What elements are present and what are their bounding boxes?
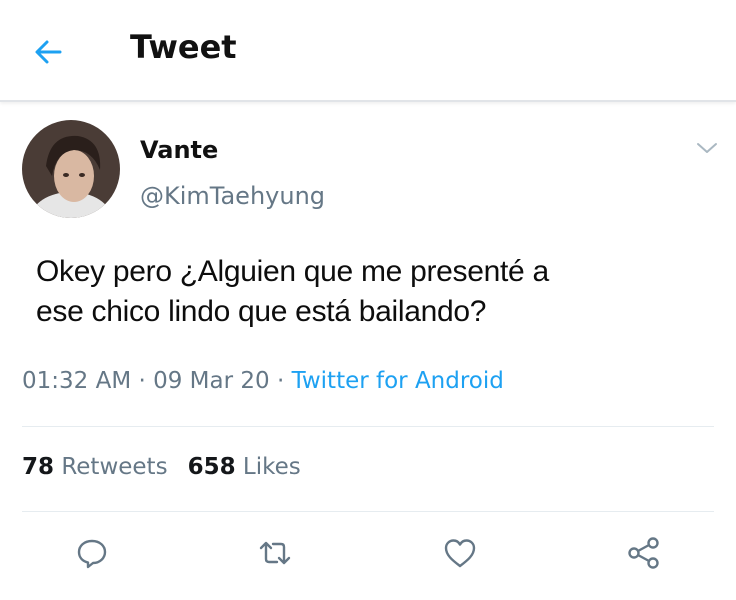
tweet-text: Okey pero ¿Alguien que me presenté a ese… bbox=[36, 252, 696, 332]
user-handle[interactable]: @KimTaehyung bbox=[140, 182, 325, 210]
separator: · bbox=[131, 368, 154, 394]
tweet-text-line: ese chico lindo que está bailando? bbox=[36, 295, 487, 328]
more-options-button[interactable] bbox=[694, 138, 720, 158]
tweet-text-line: Okey pero ¿Alguien que me presenté a bbox=[36, 255, 549, 288]
page-title: Tweet bbox=[130, 28, 237, 66]
top-app-bar: Tweet bbox=[0, 0, 736, 102]
chevron-down-icon bbox=[697, 143, 717, 153]
share-icon bbox=[628, 537, 659, 569]
back-button[interactable] bbox=[30, 34, 70, 70]
like-button[interactable] bbox=[442, 535, 478, 571]
avatar[interactable] bbox=[22, 120, 120, 218]
divider bbox=[22, 511, 714, 512]
like-icon bbox=[444, 539, 476, 568]
back-arrow-icon bbox=[35, 40, 62, 64]
likes-stat[interactable]: 658 Likes bbox=[188, 454, 301, 480]
tweet-date: 09 Mar 20 bbox=[153, 368, 270, 394]
reply-icon bbox=[77, 539, 107, 569]
tweet-metadata: 01:32 AM · 09 Mar 20 · Twitter for Andro… bbox=[22, 368, 504, 394]
engagement-stats: 78 Retweets 658 Likes bbox=[22, 454, 301, 480]
likes-count: 658 bbox=[187, 454, 236, 480]
tweet-time: 01:32 AM bbox=[22, 368, 132, 394]
display-name[interactable]: Vante bbox=[140, 136, 218, 164]
tweet-source-link[interactable]: Twitter for Android bbox=[292, 368, 504, 394]
retweets-label: Retweets bbox=[61, 454, 168, 480]
likes-label: Likes bbox=[242, 454, 301, 480]
reply-button[interactable] bbox=[74, 535, 110, 571]
retweet-icon bbox=[259, 541, 291, 565]
divider bbox=[22, 426, 714, 427]
retweets-stat[interactable]: 78 Retweets bbox=[22, 454, 168, 480]
separator: · bbox=[269, 368, 292, 394]
share-button[interactable] bbox=[626, 535, 662, 571]
retweets-count: 78 bbox=[22, 454, 55, 480]
retweet-button[interactable] bbox=[257, 535, 293, 571]
